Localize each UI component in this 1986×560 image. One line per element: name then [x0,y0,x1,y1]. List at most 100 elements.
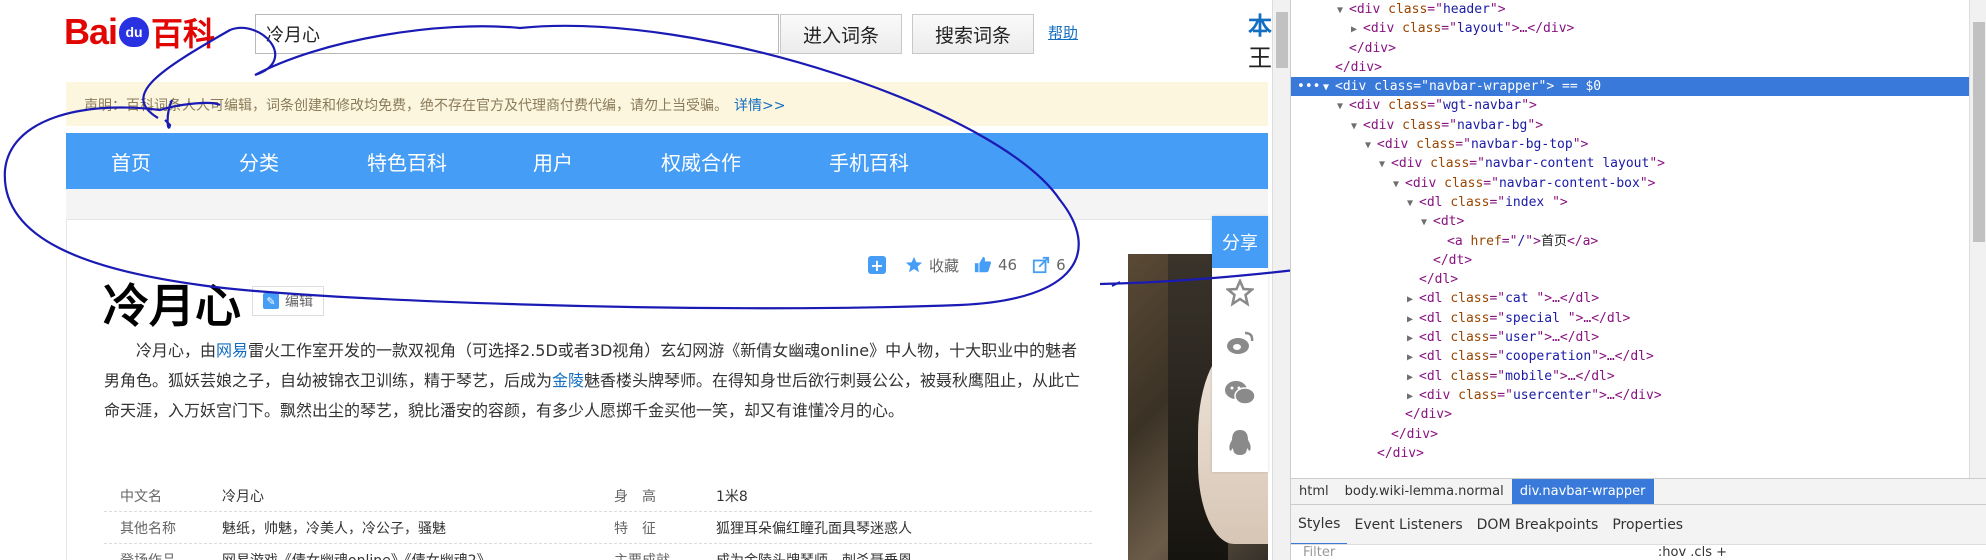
breadcrumb-html[interactable]: html [1291,479,1337,505]
qq-penguin-icon[interactable] [1212,418,1268,468]
dom-node-line[interactable]: ▼ <div class="navbar-bg-top"> [1291,135,1969,154]
notice-details-link[interactable]: 详情>> [734,98,785,114]
wechat-icon[interactable] [1212,368,1268,418]
expand-triangle-icon[interactable]: ▶ [1407,348,1419,367]
share-icon[interactable] [1031,255,1051,275]
tag-text: </div> [1335,59,1382,75]
nav-user[interactable]: 用户 [533,133,573,189]
dom-node-line[interactable]: ▶ <dl class="special ">…</dl> [1291,309,1969,328]
tag-tail: > [1497,2,1506,17]
styles-tabs: Styles Event Listeners DOM Breakpoints P… [1291,504,1986,545]
dom-node-line[interactable]: ▼ <div class="navbar-content-box"> [1291,174,1969,193]
dom-node-line[interactable]: <a href="/">首页</a> [1291,232,1969,251]
share-title[interactable]: 分享 [1212,216,1268,268]
dom-node-line[interactable]: ▶ <dl class="cooperation">…</dl> [1291,347,1969,366]
dom-node-line[interactable]: </div> [1291,444,1969,463]
tag-bracket: < [1447,233,1455,249]
tag-tail: > [1535,117,1544,133]
thumbs-up-icon[interactable] [973,255,993,275]
enter-entry-button[interactable]: 进入词条 [780,14,902,54]
link-netease[interactable]: 网易 [216,341,248,360]
nav-home[interactable]: 首页 [111,133,151,189]
expand-triangle-icon[interactable]: ▼ [1393,175,1405,194]
tag-name: dl [1426,330,1443,346]
dom-node-line[interactable]: ▶ <dl class="user">…</dl> [1291,328,1969,347]
dom-node-line[interactable]: </div> [1291,425,1969,444]
expand-triangle-icon[interactable]: ▼ [1337,1,1349,20]
expand-triangle-icon[interactable]: ▼ [1351,117,1363,136]
attr-name: class [1374,79,1414,95]
dom-node-line[interactable]: </dt> [1291,251,1969,270]
dom-node-line[interactable]: </dl> [1291,270,1969,289]
expand-triangle-icon[interactable]: ▶ [1407,310,1419,329]
nav-category[interactable]: 分类 [239,133,279,189]
breadcrumb-navbar-wrapper[interactable]: div.navbar-wrapper [1511,478,1654,505]
dom-node-line[interactable]: </div> [1291,39,1969,58]
attr-value: cooperation [1505,349,1592,365]
clipped-side-text: 本 王 [1248,10,1272,74]
favorite-label[interactable]: 收藏 [929,255,959,276]
dom-node-line[interactable]: </div> [1291,58,1969,77]
notice-text: 声明：百科词条人人可编辑，词条创建和修改均免费，绝不存在官方及代理商付费代编，请… [84,98,728,114]
nav-cooperation[interactable]: 权威合作 [661,133,741,189]
link-jinling[interactable]: 金陵 [552,371,584,390]
tab-styles[interactable]: Styles [1291,505,1348,545]
dom-node-line[interactable]: ▶ <div class="layout">…</div> [1291,19,1969,38]
expand-triangle-icon[interactable]: ▶ [1407,290,1419,309]
attr-value: index [1505,194,1553,210]
attr-name: class [1430,156,1470,172]
dom-node-line[interactable]: ••• ▼ <div class="navbar-wrapper"> == $0 [1291,77,1969,97]
info-key: 特 征 [614,520,656,537]
baidu-baike-logo[interactable]: Bai du 百科 [64,11,239,53]
tab-properties[interactable]: Properties [1605,505,1690,545]
tag-bracket: < [1349,2,1357,17]
more-actions-icon[interactable]: ••• [1297,77,1320,96]
elements-scrollbar[interactable] [1969,0,1986,478]
expand-triangle-icon[interactable]: ▼ [1337,97,1349,116]
expand-triangle-icon[interactable]: ▼ [1323,78,1335,97]
search-input[interactable] [255,14,779,54]
weibo-icon[interactable] [1212,318,1268,368]
tab-dom-breakpoints[interactable]: DOM Breakpoints [1470,505,1606,545]
filter-options[interactable]: :hov .cls + [1658,545,1727,560]
nav-mobile[interactable]: 手机百科 [829,133,909,189]
styles-filter-bar: Filter :hov .cls + [1291,544,1986,560]
dom-node-line[interactable]: ▼ <dl class="index "> [1291,193,1969,212]
dom-node-line[interactable]: ▶ <dl class="mobile">…</dl> [1291,367,1969,386]
tab-event-listeners[interactable]: Event Listeners [1347,505,1469,545]
tag-name: div [1356,98,1381,114]
tag-tail: >…</dl> [1599,349,1654,365]
tag-bracket: < [1419,310,1427,326]
expand-triangle-icon[interactable]: ▶ [1407,368,1419,387]
qzone-star-icon[interactable] [1212,268,1268,318]
nav-special[interactable]: 特色百科 [367,133,447,189]
dom-node-line[interactable]: ▼ <div class="wgt-navbar"> [1291,96,1969,115]
scrollbar-thumb[interactable] [1276,12,1288,68]
expand-triangle-icon[interactable]: ▶ [1351,20,1363,39]
expand-triangle-icon[interactable]: ▼ [1407,194,1419,213]
add-icon[interactable]: + [868,256,886,275]
dom-node-line[interactable]: ▼ <dt> [1291,212,1969,231]
dom-node-line[interactable]: ▶ <div class="usercenter">…</div> [1291,386,1969,405]
page-scrollbar[interactable] [1272,0,1290,560]
help-link[interactable]: 帮助 [1048,22,1078,43]
edit-button[interactable]: ✎ 编辑 [252,286,324,316]
expand-triangle-icon[interactable]: ▼ [1365,136,1377,155]
tag-name: dl [1426,194,1443,210]
search-entry-button[interactable]: 搜索词条 [912,14,1034,54]
dom-node-line[interactable]: ▼ <div class="header"> [1291,0,1969,19]
scrollbar-thumb[interactable] [1973,22,1985,242]
dom-node-line[interactable]: ▼ <div class="navbar-content layout"> [1291,154,1969,173]
expand-triangle-icon[interactable]: ▶ [1407,329,1419,348]
expand-triangle-icon[interactable]: ▼ [1421,213,1433,232]
filter-input[interactable]: Filter [1291,545,1591,560]
dom-node-line[interactable]: ▼ <div class="navbar-bg"> [1291,116,1969,135]
star-icon[interactable] [904,255,924,275]
expand-triangle-icon[interactable]: ▼ [1379,155,1391,174]
breadcrumb-body[interactable]: body.wiki-lemma.normal [1337,479,1512,505]
elements-tree[interactable]: ▼ <div class="header"> ▶ <div class="layout… [1291,0,1969,478]
dom-node-line[interactable]: </div> [1291,405,1969,424]
expand-triangle-icon[interactable]: ▶ [1407,387,1419,406]
attr-value: header [1442,2,1490,17]
dom-node-line[interactable]: ▶ <dl class="cat ">…</dl> [1291,289,1969,308]
